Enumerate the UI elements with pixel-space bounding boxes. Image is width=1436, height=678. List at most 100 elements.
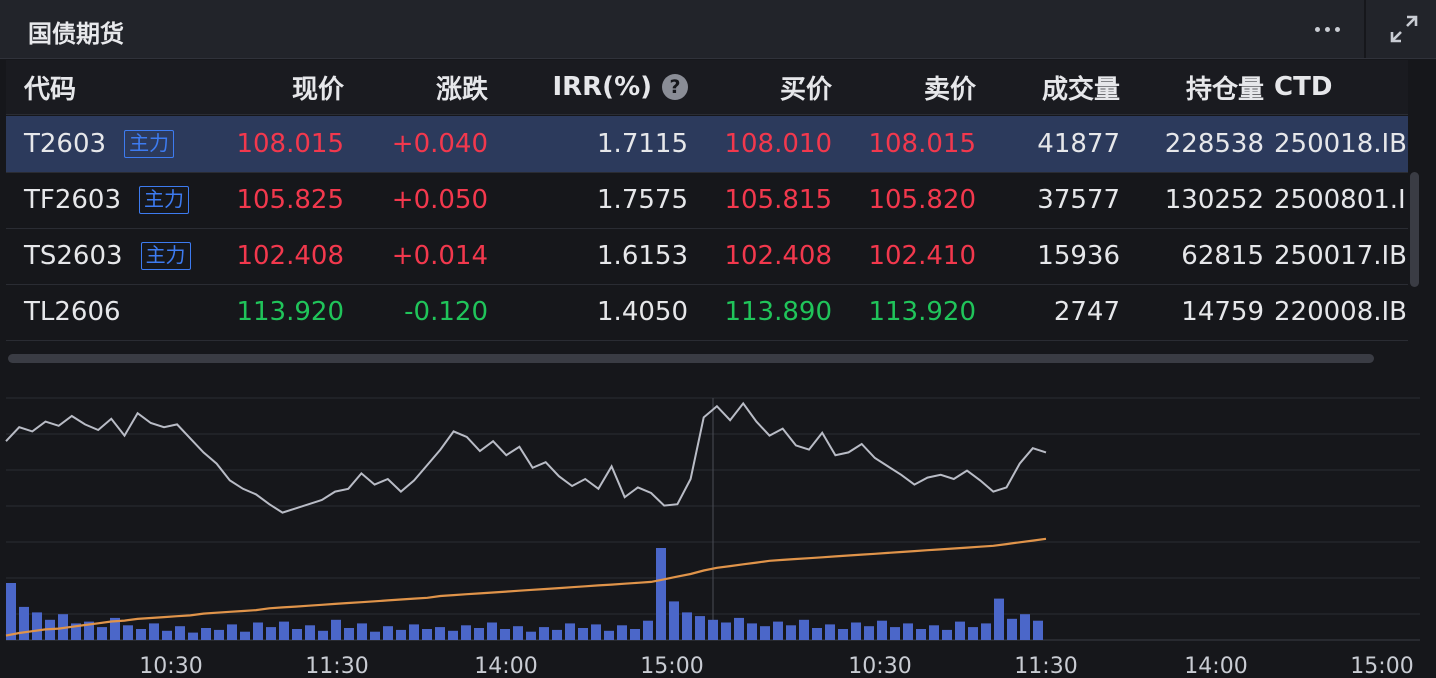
irr-value: 1.7115 [597, 129, 688, 159]
volume: 37577 [1037, 185, 1120, 215]
volume-bar [1007, 618, 1017, 640]
volume-bar [19, 606, 29, 640]
main-contract-badge: 主力 [140, 242, 191, 270]
volume-bar [734, 617, 744, 640]
header-open-interest[interactable]: 持仓量 [1186, 60, 1264, 114]
volume-bar [578, 628, 588, 640]
volume-bar [6, 583, 16, 640]
volume-bar [487, 622, 497, 640]
open-interest: 14759 [1181, 297, 1264, 327]
panel-title: 国债期货 [28, 20, 124, 48]
price-change: +0.040 [391, 129, 488, 159]
volume-bar [331, 619, 341, 640]
x-tick-label: 11:30 [1014, 654, 1077, 678]
table-row[interactable]: TL2606 113.920 -0.120 1.4050 113.890 113… [6, 284, 1408, 341]
volume-bar [929, 625, 939, 640]
horizontal-scrollbar[interactable] [8, 354, 1374, 363]
last-price: 102.408 [236, 241, 344, 271]
last-price: 105.825 [236, 185, 344, 215]
volume-bar [1033, 620, 1043, 640]
volume-bar [695, 616, 705, 640]
volume-bar [253, 622, 263, 640]
volume-bar [747, 623, 757, 640]
volume-bar [214, 629, 224, 640]
last-price: 108.015 [236, 129, 344, 159]
main-contract-badge: 主力 [139, 186, 190, 214]
irr-value: 1.7575 [597, 185, 688, 215]
volume-bar [370, 631, 380, 640]
table-row[interactable]: T2603 主力 108.015 +0.040 1.7115 108.010 1… [6, 116, 1408, 173]
volume-bar [422, 629, 432, 640]
volume-bar [32, 612, 42, 640]
volume-bar [773, 621, 783, 640]
open-interest: 130252 [1164, 185, 1264, 215]
header-bid[interactable]: 买价 [780, 60, 832, 114]
volume-bar [162, 630, 172, 640]
more-button[interactable] [1302, 10, 1352, 48]
volume-bar [175, 626, 185, 640]
volume-bar [838, 629, 848, 640]
ask-price: 102.410 [868, 241, 976, 271]
volume-bar [812, 628, 822, 640]
header-price[interactable]: 现价 [292, 60, 344, 114]
volume-bar [305, 625, 315, 640]
volume-bar [201, 628, 211, 640]
ctd-bond: 2500801.IB [1274, 185, 1408, 215]
volume-bar [227, 624, 237, 640]
volume-bar [591, 624, 601, 640]
x-tick-label: 15:00 [1350, 654, 1413, 678]
volume-bar [383, 626, 393, 640]
x-tick-label: 10:30 [139, 654, 202, 678]
header-ask[interactable]: 卖价 [924, 60, 976, 114]
header-change[interactable]: 涨跌 [436, 60, 488, 114]
table-row[interactable]: TS2603 主力 102.408 +0.014 1.6153 102.408 … [6, 228, 1408, 285]
more-horizontal-icon [1314, 26, 1340, 32]
header-code[interactable]: 代码 [24, 60, 76, 114]
row-code-cell: TL2606 [24, 284, 121, 340]
ctd-bond: 220008.IB [1274, 297, 1408, 327]
volume-bar [97, 627, 107, 640]
volume-bar [552, 629, 562, 640]
volume-bar [786, 625, 796, 640]
volume-bar [708, 619, 718, 640]
volume-bar [292, 629, 302, 640]
help-icon[interactable]: ? [662, 74, 688, 100]
intraday-chart: 10:30 11:30 14:00 15:00 10:30 11:30 14:00 15:00 [5, 397, 1420, 678]
volume-bar [136, 629, 146, 640]
volume-bar [539, 627, 549, 640]
panel-titlebar: 国债期货 [0, 0, 1436, 59]
volume: 41877 [1037, 129, 1120, 159]
volume-bar [903, 623, 913, 640]
volume-bar [448, 630, 458, 640]
volume-bar [461, 625, 471, 640]
price-change: +0.014 [391, 241, 488, 271]
volume-bar [279, 621, 289, 640]
volume-bar [409, 624, 419, 640]
irr-value: 1.4050 [597, 297, 688, 327]
volume-bar [565, 623, 575, 640]
row-code-cell: T2603 主力 [24, 116, 175, 172]
header-ctd[interactable]: CTD [1274, 60, 1332, 114]
volume-bar [240, 631, 250, 640]
volume-bar [968, 627, 978, 640]
vertical-scrollbar[interactable] [1410, 172, 1419, 287]
bid-price: 108.010 [724, 129, 832, 159]
header-irr[interactable]: IRR(%) ? [552, 60, 688, 114]
open-interest: 62815 [1181, 241, 1264, 271]
header-irr-label: IRR(%) [552, 72, 652, 102]
volume-bar [799, 619, 809, 640]
header-volume[interactable]: 成交量 [1042, 60, 1120, 114]
expand-button[interactable] [1382, 8, 1426, 50]
table-row[interactable]: TF2603 主力 105.825 +0.050 1.7575 105.815 … [6, 172, 1408, 229]
volume-bar [851, 622, 861, 640]
volume-bar [604, 630, 614, 640]
x-tick-label: 10:30 [848, 654, 911, 678]
volume-bar [396, 629, 406, 640]
volume-bar [357, 623, 367, 640]
volume-bar [1020, 614, 1030, 640]
price-change: +0.050 [391, 185, 488, 215]
volume-bar [344, 628, 354, 640]
volume-bar [721, 622, 731, 640]
bond-futures-panel: 国债期货 代码 现价 涨跌 IRR(%) ? 买价 卖价 成交量 持仓量 CTD [0, 0, 1436, 678]
ask-price: 108.015 [868, 129, 976, 159]
